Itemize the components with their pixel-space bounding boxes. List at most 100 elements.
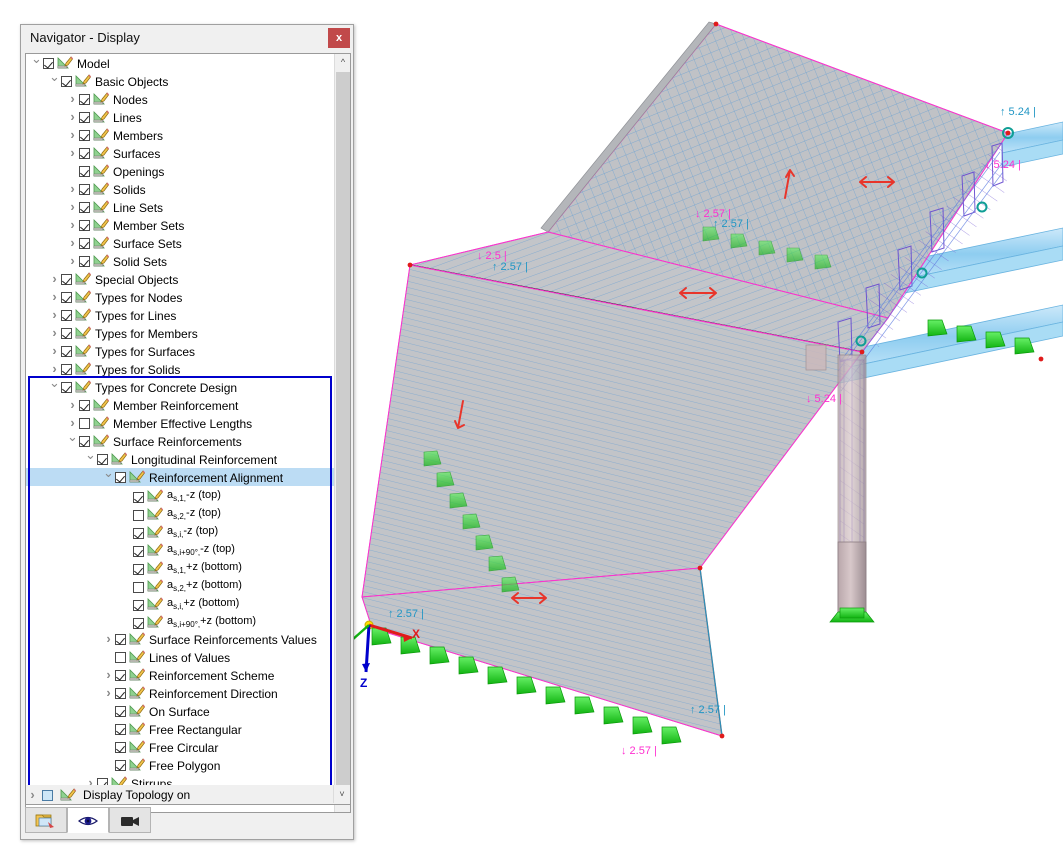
tree-item-surface-reinforcements-values[interactable]: Surface Reinforcements Values <box>26 630 334 648</box>
tree-item-solids[interactable]: Solids <box>26 180 334 198</box>
tree-item-types-for-surfaces[interactable]: Types for Surfaces <box>26 342 334 360</box>
tree-item-special-objects[interactable]: Special Objects <box>26 270 334 288</box>
tree-item-line-sets-checkbox[interactable] <box>79 202 90 214</box>
tree-item-reinforcement-scheme[interactable]: Reinforcement Scheme <box>26 666 334 684</box>
chevron-down-icon[interactable] <box>102 468 115 487</box>
tree-item-free-polygon-checkbox[interactable] <box>115 760 126 772</box>
chevron-right-icon[interactable] <box>48 306 61 325</box>
chevron-right-icon[interactable] <box>66 396 79 415</box>
tree-item-model[interactable]: Model <box>26 54 334 72</box>
tree-item-as-1-plus-z-bottom-checkbox[interactable] <box>133 563 144 575</box>
chevron-down-icon[interactable] <box>48 72 61 91</box>
tree-item-free-rectangular[interactable]: Free Rectangular <box>26 720 334 738</box>
tree-item-reinforcement-alignment-checkbox[interactable] <box>115 472 126 484</box>
tree-item-surface-reinforcements-values-checkbox[interactable] <box>115 634 126 646</box>
chevron-right-icon[interactable] <box>102 666 115 685</box>
chevron-down-icon[interactable] <box>48 378 61 397</box>
display-topology-checkbox[interactable] <box>42 790 54 801</box>
chevron-right-icon[interactable] <box>48 270 61 289</box>
chevron-right-icon[interactable] <box>66 144 79 163</box>
tree-item-types-for-lines[interactable]: Types for Lines <box>26 306 334 324</box>
tree-item-basic-objects-checkbox[interactable] <box>61 76 72 88</box>
chevron-right-icon[interactable] <box>66 90 79 109</box>
tree-item-as-2-plus-z-bottom[interactable]: as,2,+z (bottom) <box>26 576 334 594</box>
tree-item-types-for-members[interactable]: Types for Members <box>26 324 334 342</box>
tree-item-types-for-members-checkbox[interactable] <box>61 328 72 340</box>
chevron-right-icon[interactable] <box>66 198 79 217</box>
tree-item-members[interactable]: Members <box>26 126 334 144</box>
tree-item-reinforcement-direction[interactable]: Reinforcement Direction <box>26 684 334 702</box>
chevron-right-icon[interactable] <box>66 108 79 127</box>
tree-item-surface-sets-checkbox[interactable] <box>79 238 90 250</box>
tab-views[interactable] <box>109 807 151 833</box>
chevron-right-icon[interactable] <box>66 126 79 145</box>
scroll-up-icon[interactable]: ^ <box>335 54 350 71</box>
tree-item-reinforcement-scheme-checkbox[interactable] <box>115 670 126 682</box>
tree-item-reinforcement-alignment[interactable]: Reinforcement Alignment <box>26 468 334 486</box>
tree-vertical-scrollbar[interactable]: ^ <box>334 54 350 812</box>
tree-item-as-i-plus-90-plus-z-bottom-checkbox[interactable] <box>133 617 144 629</box>
tree-item-surfaces[interactable]: Surfaces <box>26 144 334 162</box>
tree-item-longitudinal-reinforcement-checkbox[interactable] <box>97 454 108 466</box>
tree-item-lines-checkbox[interactable] <box>79 112 90 124</box>
tree-item-longitudinal-reinforcement[interactable]: Longitudinal Reinforcement <box>26 450 334 468</box>
tree-item-free-polygon[interactable]: Free Polygon <box>26 756 334 774</box>
chevron-right-icon[interactable] <box>66 234 79 253</box>
tree-item-reinforcement-direction-checkbox[interactable] <box>115 688 126 700</box>
tree-item-solid-sets-checkbox[interactable] <box>79 256 90 268</box>
chevron-right-icon[interactable] <box>66 180 79 199</box>
tree-item-member-sets[interactable]: Member Sets <box>26 216 334 234</box>
display-topology-row[interactable]: Display Topology on ˅ <box>25 785 351 805</box>
chevron-right-icon[interactable] <box>48 324 61 343</box>
chevron-down-icon[interactable] <box>66 432 79 451</box>
tree-item-as-1-minus-z-top[interactable]: as,1,-z (top) <box>26 486 334 504</box>
chevron-down-icon[interactable] <box>30 54 43 73</box>
tree-item-as-i-plus-90-minus-z-top[interactable]: as,i+90°,-z (top) <box>26 540 334 558</box>
chevron-right-icon[interactable] <box>48 288 61 307</box>
tree-item-nodes-checkbox[interactable] <box>79 94 90 106</box>
tree-item-types-for-concrete-design[interactable]: Types for Concrete Design <box>26 378 334 396</box>
tree-item-members-checkbox[interactable] <box>79 130 90 142</box>
chevron-right-icon[interactable] <box>102 684 115 703</box>
tree-item-free-circular[interactable]: Free Circular <box>26 738 334 756</box>
tree-item-types-for-nodes-checkbox[interactable] <box>61 292 72 304</box>
tree-item-types-for-surfaces-checkbox[interactable] <box>61 346 72 358</box>
tree-item-member-reinforcement-checkbox[interactable] <box>79 400 90 412</box>
tree-item-member-reinforcement[interactable]: Member Reinforcement <box>26 396 334 414</box>
tree-item-solid-sets[interactable]: Solid Sets <box>26 252 334 270</box>
tree-item-basic-objects[interactable]: Basic Objects <box>26 72 334 90</box>
tree-item-member-effective-lengths-checkbox[interactable] <box>79 418 90 430</box>
tree-item-nodes[interactable]: Nodes <box>26 90 334 108</box>
tree-item-lines[interactable]: Lines <box>26 108 334 126</box>
tree-item-types-for-solids[interactable]: Types for Solids <box>26 360 334 378</box>
tree-item-lines-of-values-checkbox[interactable] <box>115 652 126 664</box>
tree-item-surface-reinforcements[interactable]: Surface Reinforcements <box>26 432 334 450</box>
tree-item-as-i-plus-z-bottom-checkbox[interactable] <box>133 599 144 611</box>
chevron-right-icon[interactable] <box>26 785 39 806</box>
chevron-right-icon[interactable] <box>102 630 115 649</box>
tree-item-as-i-minus-z-top-checkbox[interactable] <box>133 527 144 539</box>
tree-item-types-for-lines-checkbox[interactable] <box>61 310 72 322</box>
chevron-right-icon[interactable] <box>48 342 61 361</box>
tree-item-as-2-plus-z-bottom-checkbox[interactable] <box>133 581 144 593</box>
scrollbar-thumb[interactable] <box>336 72 350 792</box>
close-icon[interactable]: x <box>328 28 350 48</box>
tree-item-openings-checkbox[interactable] <box>79 166 90 178</box>
tree-item-model-checkbox[interactable] <box>43 58 54 70</box>
tree-item-types-for-nodes[interactable]: Types for Nodes <box>26 288 334 306</box>
tree-item-surface-sets[interactable]: Surface Sets <box>26 234 334 252</box>
tree-item-types-for-concrete-design-checkbox[interactable] <box>61 382 72 394</box>
tree-item-surface-reinforcements-checkbox[interactable] <box>79 436 90 448</box>
tree-item-as-i-plus-90-minus-z-top-checkbox[interactable] <box>133 545 144 557</box>
tree-item-types-for-solids-checkbox[interactable] <box>61 364 72 376</box>
tree-item-as-i-minus-z-top[interactable]: as,i,-z (top) <box>26 522 334 540</box>
tree-item-surfaces-checkbox[interactable] <box>79 148 90 160</box>
tree-item-free-circular-checkbox[interactable] <box>115 742 126 754</box>
tree-item-on-surface[interactable]: On Surface <box>26 702 334 720</box>
tree-item-as-2-minus-z-top-checkbox[interactable] <box>133 509 144 521</box>
tree-item-as-i-plus-90-plus-z-bottom[interactable]: as,i+90°,+z (bottom) <box>26 612 334 630</box>
tree-item-special-objects-checkbox[interactable] <box>61 274 72 286</box>
tab-display[interactable] <box>67 807 109 833</box>
navigator-tree[interactable]: Model Basic Objects Nodes Lines Members Surfa… <box>26 54 334 812</box>
tree-item-free-rectangular-checkbox[interactable] <box>115 724 126 736</box>
